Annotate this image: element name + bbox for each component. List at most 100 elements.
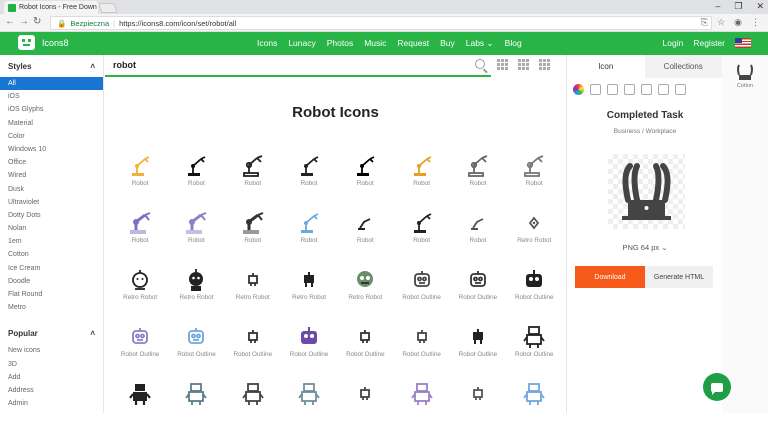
- sidebar-item-doodle[interactable]: Doodle: [0, 275, 103, 288]
- icon-card[interactable]: Robot Outline: [450, 323, 506, 380]
- generate-html-button[interactable]: Generate HTML: [645, 266, 713, 288]
- icon-card[interactable]: Robot: [281, 152, 337, 209]
- gear-style-icon[interactable]: [675, 84, 686, 95]
- login-link[interactable]: Login: [663, 38, 684, 48]
- icon-card[interactable]: Robot: [281, 209, 337, 266]
- icon-card[interactable]: Robot: [168, 152, 224, 209]
- sidebar-item-metro[interactable]: Metro: [0, 301, 103, 314]
- star-icon[interactable]: ☆: [717, 17, 725, 28]
- icon-card[interactable]: Robot Outline: [506, 323, 562, 380]
- sidebar-item-ultraviolet[interactable]: Ultraviolet: [0, 196, 103, 209]
- popular-heading[interactable]: Popular ˄: [0, 322, 103, 344]
- icon-card[interactable]: [450, 380, 506, 437]
- close-window-icon[interactable]: ✕: [756, 1, 764, 12]
- icon-card[interactable]: Robot: [393, 152, 449, 209]
- url-field[interactable]: 🔒 Bezpieczna | https://icons8.com/icon/s…: [50, 16, 712, 30]
- pentagon-style-icon[interactable]: [624, 84, 635, 95]
- icon-card[interactable]: Robot: [393, 209, 449, 266]
- popular-item-admin[interactable]: Admin: [0, 397, 103, 410]
- sidebar-item-dotty-dots[interactable]: Dotty Dots: [0, 209, 103, 222]
- camera-icon[interactable]: ◉: [734, 17, 742, 28]
- reload-icon[interactable]: ↻: [33, 16, 41, 27]
- small-grid-icon[interactable]: [497, 59, 508, 70]
- icon-card[interactable]: Robot: [450, 152, 506, 209]
- icon-card[interactable]: Robot Outline: [168, 323, 224, 380]
- icon-card[interactable]: Robot: [225, 152, 281, 209]
- circle-style-icon[interactable]: [641, 84, 652, 95]
- icon-card[interactable]: Retro Robot: [506, 209, 562, 266]
- icon-card[interactable]: Robot: [337, 152, 393, 209]
- medium-grid-icon[interactable]: [518, 59, 529, 70]
- browser-tab[interactable]: Robot Icons - Free Down ×: [4, 1, 98, 14]
- popular-item-new-icons[interactable]: New icons: [0, 344, 103, 357]
- search-icon[interactable]: [475, 59, 485, 69]
- forward-icon[interactable]: →: [19, 16, 29, 27]
- icon-card[interactable]: Robot Outline: [337, 323, 393, 380]
- sidebar-item-flat-round[interactable]: Flat Round: [0, 288, 103, 301]
- icon-card[interactable]: Robot: [506, 152, 562, 209]
- icon-card[interactable]: Robot Outline: [506, 266, 562, 323]
- icon-card[interactable]: Robot Outline: [281, 323, 337, 380]
- icon-card[interactable]: Robot: [112, 209, 168, 266]
- translate-icon[interactable]: ⎘: [701, 17, 708, 28]
- menu-item-icons[interactable]: Icons: [257, 38, 277, 49]
- chevron-up-icon[interactable]: ˄: [90, 329, 95, 338]
- minimize-icon[interactable]: –: [715, 1, 720, 12]
- menu-item-blog[interactable]: Blog: [505, 38, 522, 49]
- popular-item-address[interactable]: Address: [0, 384, 103, 397]
- icon-card[interactable]: [281, 380, 337, 437]
- sidebar-item-windows-10[interactable]: Windows 10: [0, 143, 103, 156]
- star-style-icon[interactable]: [607, 84, 618, 95]
- register-link[interactable]: Register: [693, 38, 725, 48]
- icon-card[interactable]: Robot Outline: [112, 323, 168, 380]
- sidebar-item-ios[interactable]: iOS: [0, 90, 103, 103]
- sidebar-item-cotton[interactable]: Cotton: [0, 248, 103, 261]
- sidebar-item-wired[interactable]: Wired: [0, 169, 103, 182]
- chevron-up-icon[interactable]: ˄: [90, 62, 95, 71]
- icon-card[interactable]: Robot: [112, 152, 168, 209]
- icon-card[interactable]: Robot: [225, 209, 281, 266]
- menu-item-buy[interactable]: Buy: [440, 38, 455, 49]
- menu-icon[interactable]: ⋮: [751, 17, 760, 28]
- menu-item-music[interactable]: Music: [364, 38, 386, 49]
- back-icon[interactable]: ←: [5, 16, 15, 27]
- search-input[interactable]: robot: [105, 55, 491, 77]
- icon-card[interactable]: [112, 380, 168, 437]
- new-tab-button[interactable]: [98, 3, 118, 13]
- sidebar-item-1em[interactable]: 1em: [0, 235, 103, 248]
- cotton-thumbnail-icon[interactable]: [734, 63, 756, 83]
- icon-card[interactable]: [337, 380, 393, 437]
- icon-card[interactable]: Robot: [450, 209, 506, 266]
- menu-item-lunacy[interactable]: Lunacy: [288, 38, 315, 49]
- square-style-icon[interactable]: [658, 84, 669, 95]
- format-select[interactable]: PNG 64 px ⌄: [567, 243, 723, 252]
- sidebar-item-ice-cream[interactable]: Ice Cream: [0, 262, 103, 275]
- large-grid-icon[interactable]: [539, 59, 550, 70]
- menu-item-photos[interactable]: Photos: [327, 38, 353, 49]
- styles-heading[interactable]: Styles ˄: [0, 55, 103, 77]
- sidebar-item-all[interactable]: All: [0, 77, 103, 91]
- icon-card[interactable]: [393, 380, 449, 437]
- icon-card[interactable]: Retro Robot: [225, 266, 281, 323]
- sidebar-item-office[interactable]: Office: [0, 156, 103, 169]
- icon-card[interactable]: [506, 380, 562, 437]
- icon-card[interactable]: [225, 380, 281, 437]
- download-button[interactable]: Download: [575, 266, 645, 288]
- icon-card[interactable]: Retro Robot: [337, 266, 393, 323]
- menu-item-labs[interactable]: Labs ⌄: [466, 38, 494, 49]
- icon-card[interactable]: Retro Robot: [168, 266, 224, 323]
- restore-icon[interactable]: ❐: [734, 1, 742, 12]
- sidebar-item-material[interactable]: Material: [0, 117, 103, 130]
- icon-card[interactable]: [168, 380, 224, 437]
- icon-card[interactable]: Robot Outline: [450, 266, 506, 323]
- logo[interactable]: Icons8: [18, 35, 69, 50]
- popular-item-3d[interactable]: 3D: [0, 358, 103, 371]
- icon-card[interactable]: Robot Outline: [393, 266, 449, 323]
- sidebar-item-nolan[interactable]: Nolan: [0, 222, 103, 235]
- icon-card[interactable]: Retro Robot: [281, 266, 337, 323]
- chat-button[interactable]: [703, 373, 731, 401]
- us-flag-icon[interactable]: [735, 38, 751, 48]
- icon-card[interactable]: Robot: [337, 209, 393, 266]
- icon-card[interactable]: Robot Outline: [225, 323, 281, 380]
- popular-item-add[interactable]: Add: [0, 371, 103, 384]
